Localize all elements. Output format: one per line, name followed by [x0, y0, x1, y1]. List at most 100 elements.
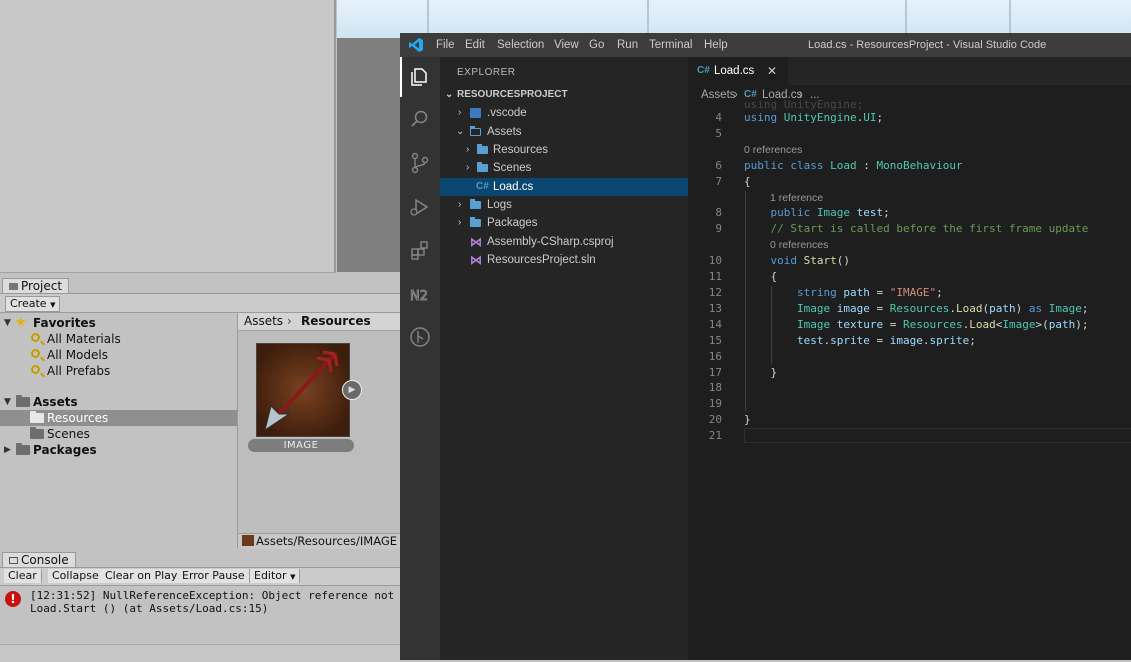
vscode-logo-icon — [409, 38, 423, 52]
csharp-file-icon: C# — [476, 181, 489, 192]
console-icon — [9, 557, 18, 564]
tab-load-cs[interactable]: C# Load.cs ✕ — [688, 57, 788, 86]
menu-edit[interactable]: Edit — [465, 33, 485, 57]
tree-item-scenes[interactable]: › Scenes — [440, 159, 688, 177]
tree-item-all-prefabs[interactable]: All Prefabs — [0, 363, 237, 379]
current-line-highlight — [744, 428, 1131, 443]
clear-on-play-button[interactable]: Clear on Play — [101, 569, 183, 583]
create-button[interactable]: Create ▼ — [5, 296, 61, 312]
folder-icon — [470, 217, 481, 227]
code-line: { — [744, 175, 751, 188]
codelens-references[interactable]: 0 references — [744, 144, 802, 156]
editor-dropdown[interactable]: Editor ▼ — [250, 569, 301, 583]
project-root[interactable]: ⌄ RESOURCESPROJECT — [440, 86, 688, 104]
code-line: } — [744, 366, 778, 379]
tree-item-assets[interactable]: ⌄ Assets — [440, 123, 688, 141]
tree-label: Logs — [487, 199, 512, 211]
breadcrumb-assets[interactable]: Assets — [244, 313, 283, 330]
menu-file[interactable]: File — [436, 33, 455, 57]
tree-item-packages[interactable]: ▶ Packages — [0, 442, 237, 458]
n2-extension-icon[interactable]: N2 — [408, 283, 432, 307]
console-toolbar: Clear Collapse Clear on Play Error Pause… — [0, 568, 400, 586]
chevron-right-icon: › — [458, 107, 462, 118]
menu-go[interactable]: Go — [589, 33, 604, 57]
favorite-label: All Prefabs — [47, 364, 111, 378]
collapse-button[interactable]: Collapse — [48, 569, 104, 583]
tree-item-favorites[interactable]: ▼ ★ Favorites — [0, 315, 237, 331]
indent-guide — [771, 286, 772, 364]
play-icon[interactable]: ▶ — [342, 380, 362, 400]
close-icon[interactable]: ✕ — [767, 64, 777, 78]
line-number: 12 — [708, 286, 722, 299]
console-tab[interactable]: Console — [2, 552, 76, 568]
tree-item-assets[interactable]: ▼ Assets — [0, 394, 237, 410]
expand-triangle-icon[interactable]: ▼ — [4, 394, 11, 410]
asset-mini-icon — [242, 535, 254, 546]
line-number: 21 — [708, 429, 722, 442]
tree-item-scenes[interactable]: Scenes — [0, 426, 237, 442]
create-button-label: Create — [10, 297, 47, 310]
arrow-sprite-icon — [264, 350, 339, 432]
tree-item-logs[interactable]: › Logs — [440, 196, 688, 214]
chevron-right-icon: › — [458, 199, 462, 210]
expand-triangle-icon[interactable]: ▼ — [4, 315, 11, 331]
assets-pane: Assets › Resources ▶ IMAGE Assets/Resour… — [238, 313, 400, 549]
line-number: 6 — [715, 159, 722, 172]
code-editor[interactable]: using UnityEngine; 4 using UnityEngine.U… — [688, 98, 1131, 660]
explorer-icon[interactable] — [408, 65, 432, 89]
error-pause-button[interactable]: Error Pause — [178, 569, 250, 583]
console-error-entry[interactable]: ! [12:31:52] NullReferenceException: Obj… — [0, 588, 454, 618]
tree-item-csproj[interactable]: ⋈ Assembly-CSharp.csproj — [440, 233, 688, 251]
code-line: Image image = Resources.Load(path) as Im… — [796, 302, 1089, 315]
line-number: 9 — [715, 222, 722, 235]
asset-thumbnail[interactable] — [256, 343, 350, 437]
menu-help[interactable]: Help — [704, 33, 728, 57]
console-tab-label: Console — [21, 553, 69, 567]
code-line: { — [744, 270, 778, 283]
tab-bar: C# Load.cs ✕ — [688, 57, 1131, 86]
packages-label: Packages — [33, 443, 97, 457]
svg-text:N2: N2 — [410, 289, 428, 304]
editor-dropdown-label: Editor — [254, 569, 287, 582]
menu-run[interactable]: Run — [617, 33, 638, 57]
tree-item-load-cs[interactable]: C# Load.cs — [440, 178, 688, 196]
menu-terminal[interactable]: Terminal — [649, 33, 692, 57]
tree-label: Scenes — [493, 162, 532, 174]
extensions-icon[interactable] — [408, 239, 432, 263]
asset-name-label[interactable]: IMAGE — [248, 439, 354, 452]
run-debug-icon[interactable] — [408, 195, 432, 219]
folder-open-icon — [470, 126, 481, 136]
git-graph-icon[interactable] — [408, 325, 432, 349]
console-window: Clear Collapse Clear on Play Error Pause… — [0, 567, 454, 662]
line-number: 16 — [708, 350, 722, 363]
tree-item-vscode[interactable]: › .vscode — [440, 104, 688, 122]
star-icon: ★ — [15, 315, 27, 330]
tree-item-all-materials[interactable]: All Materials — [0, 331, 237, 347]
window-title: Load.cs - ResourcesProject - Visual Stud… — [808, 39, 1047, 51]
tree-item-all-models[interactable]: All Models — [0, 347, 237, 363]
tree-item-resources[interactable]: Resources — [0, 410, 237, 426]
tree-item-packages[interactable]: › Packages — [440, 214, 688, 232]
chevron-down-icon: ⌄ — [456, 126, 465, 137]
folder-icon — [16, 443, 30, 455]
search-icon[interactable] — [408, 107, 432, 131]
expand-triangle-icon[interactable]: ▶ — [4, 442, 11, 458]
source-control-icon[interactable] — [408, 151, 432, 175]
codelens-references[interactable]: 1 reference — [770, 192, 823, 204]
project-tab[interactable]: Project — [2, 278, 70, 294]
codelens-references[interactable]: 0 references — [770, 239, 828, 251]
code-line-partial: using UnityEngine; — [744, 98, 864, 111]
breadcrumb-assets[interactable]: Assets — [701, 85, 736, 105]
menu-selection[interactable]: Selection — [497, 33, 544, 57]
scenes-label: Scenes — [47, 427, 90, 441]
search-icon — [31, 365, 40, 374]
menu-view[interactable]: View — [554, 33, 579, 57]
clear-button[interactable]: Clear — [4, 569, 42, 583]
tree-item-resources[interactable]: › Resources — [440, 141, 688, 159]
visual-studio-icon: ⋈ — [470, 253, 482, 267]
code-line: public Image test; — [770, 206, 890, 219]
chevron-right-icon: › — [466, 162, 470, 173]
code-line: public class Load : MonoBehaviour — [744, 159, 963, 172]
tree-item-sln[interactable]: ⋈ ResourcesProject.sln — [440, 251, 688, 269]
breadcrumb-resources[interactable]: Resources — [301, 313, 371, 330]
